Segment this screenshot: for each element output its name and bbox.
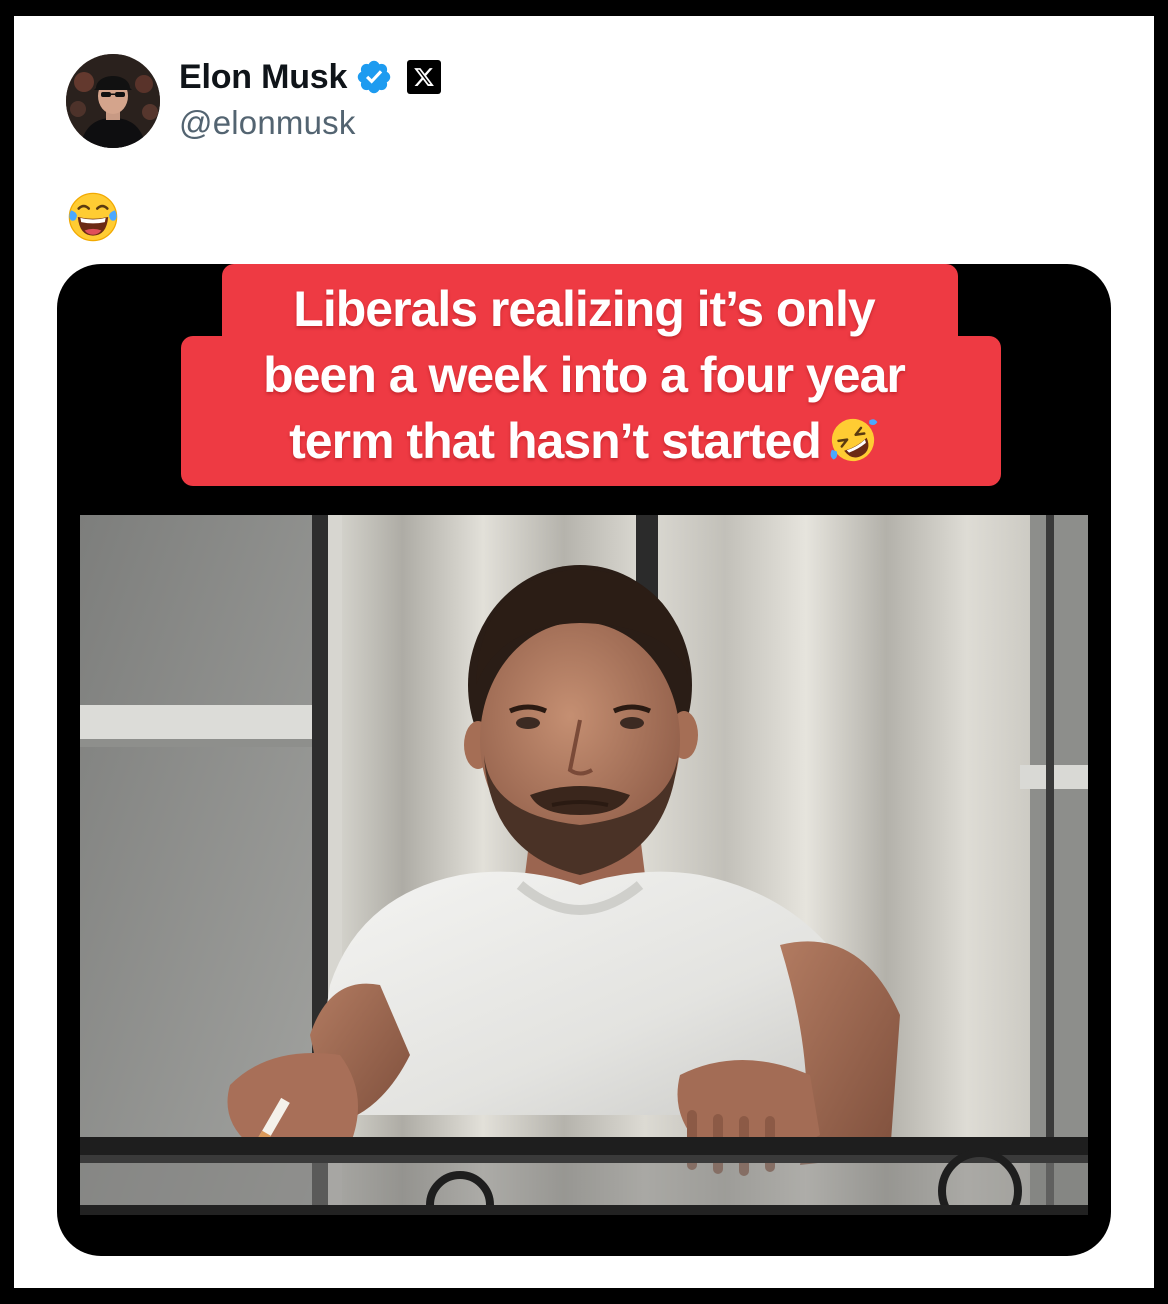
x-logo-glyph (414, 68, 435, 86)
verified-badge-icon[interactable] (355, 58, 393, 96)
tweet-card: Elon Musk @elonmusk Liberals realizing i… (14, 16, 1154, 1288)
caption-line-2: been a week into a four year (263, 347, 906, 403)
caption-lines: Liberals realizing it’s only been a week… (57, 276, 1111, 474)
man-on-balcony-smoking-photo (80, 515, 1088, 1215)
caption-line-1: Liberals realizing it’s only (293, 281, 875, 337)
tweet-media[interactable]: Liberals realizing it’s only been a week… (57, 264, 1111, 1256)
caption-line-3-text: term that hasn’t started (289, 413, 822, 469)
x-logo-icon[interactable] (407, 60, 442, 94)
author-name-row: Elon Musk (179, 56, 442, 98)
avatar-image (66, 54, 160, 148)
author-display-name[interactable]: Elon Musk (179, 58, 347, 97)
tears-of-joy-emoji-icon (66, 190, 120, 244)
meme-caption: Liberals realizing it’s only been a week… (57, 264, 1111, 496)
caption-line-3: term that hasn’t started (57, 408, 1111, 474)
author-handle[interactable]: @elonmusk (179, 104, 356, 142)
rolling-on-floor-laughing-emoji-icon (827, 414, 879, 466)
author-avatar[interactable] (66, 54, 160, 148)
